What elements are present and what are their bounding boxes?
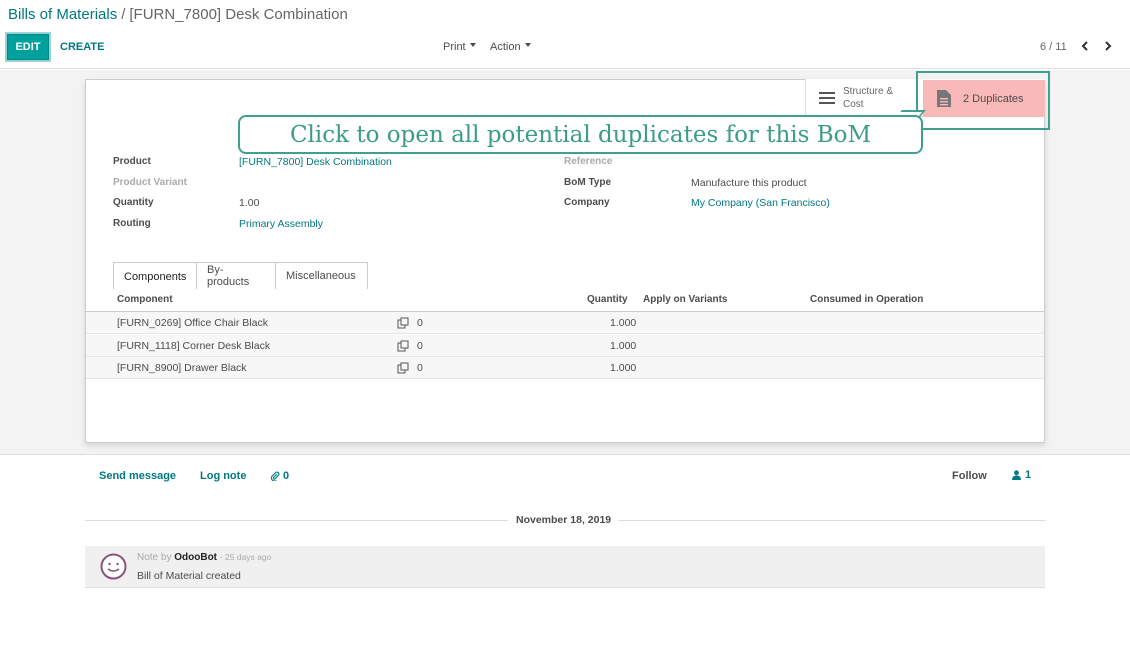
chevron-left-icon [1081,41,1088,51]
column-header-apply-on-variants[interactable]: Apply on Variants [643,294,727,305]
row-quantity: 1.000 [610,317,637,329]
breadcrumb-current: [FURN_7800] Desk Combination [129,6,348,23]
print-label: Print [443,41,466,53]
quantity-label: Quantity [113,197,154,208]
tab-components[interactable]: Components [113,262,197,290]
structure-cost-label: Structure & Cost [843,85,893,111]
structure-label-line1: Structure & [843,86,894,97]
date-separator: November 18, 2019 [508,514,620,526]
column-header-consumed-in-operation[interactable]: Consumed in Operation [810,294,923,305]
file-icon [937,90,951,107]
row-component: [FURN_0269] Office Chair Black [117,317,268,329]
routing-label: Routing [113,218,151,229]
product-label: Product [113,156,151,167]
row-count: 0 [417,317,423,329]
log-note-button[interactable]: Log note [200,470,246,482]
row-count: 0 [417,340,423,352]
action-dropdown[interactable]: Action [490,41,531,53]
breadcrumb-separator: / [121,6,126,23]
row-quantity: 1.000 [610,340,637,352]
message-header: Note by OdooBot - 25 days ago [137,552,271,563]
edit-button[interactable]: EDIT [7,34,49,60]
quantity-value: 1.00 [239,197,260,209]
copy-icon[interactable] [397,362,409,374]
user-icon [1012,470,1021,480]
message-body: Bill of Material created [137,570,241,582]
attachments-button[interactable]: 0 [270,470,289,482]
caret-down-icon [469,43,476,48]
pager-next-button[interactable] [1101,39,1115,53]
copy-icon[interactable] [397,340,409,352]
breadcrumb-bills-of-materials[interactable]: Bills of Materials [8,6,117,23]
product-value[interactable]: [FURN_7800] Desk Combination [239,156,392,168]
duplicates-button[interactable]: 2 Duplicates [923,80,1045,117]
duplicates-label: 2 Duplicates [963,92,1024,105]
send-message-button[interactable]: Send message [99,470,176,482]
company-label: Company [564,197,610,208]
control-panel: Bills of Materials / [FURN_7800] Desk Comb… [0,0,1130,69]
bars-icon [819,92,835,104]
bom-type-label: BoM Type [564,177,612,188]
caret-down-icon [524,43,531,48]
row-quantity: 1.000 [610,362,637,374]
message-timestamp: - 25 days ago [219,552,272,562]
chevron-right-icon [1105,41,1112,51]
column-header-quantity[interactable]: Quantity [587,294,628,305]
duplicates-tooltip: Click to open all potential duplicates f… [238,115,923,154]
copy-icon[interactable] [397,317,409,329]
column-header-component[interactable]: Component [117,294,173,305]
product-variant-label: Product Variant [113,177,187,188]
create-button[interactable]: CREATE [60,41,104,53]
structure-label-line2: Cost [843,99,864,110]
reference-label: Reference [564,156,613,167]
row-count: 0 [417,362,423,374]
followers-count: 1 [1025,469,1032,481]
followers-button[interactable]: 1 [1012,469,1031,481]
tab-by-products[interactable]: By-products [196,262,276,289]
follow-button[interactable]: Follow [952,470,987,482]
message-prefix: Note by [137,552,172,563]
attachments-count: 0 [283,470,290,482]
print-dropdown[interactable]: Print [443,41,476,53]
action-label: Action [490,41,521,53]
paperclip-icon [270,471,280,481]
routing-value[interactable]: Primary Assembly [239,218,323,230]
odoobot-avatar [100,553,127,580]
pager-previous-button[interactable] [1078,39,1092,53]
breadcrumb: Bills of Materials / [FURN_7800] Desk Comb… [8,6,348,23]
pager-value[interactable]: 6 / 11 [1040,41,1067,53]
message-author[interactable]: OdooBot [174,552,217,563]
company-value[interactable]: My Company (San Francisco) [691,197,830,209]
bom-type-value: Manufacture this product [691,177,807,189]
row-component: [FURN_1118] Corner Desk Black [117,340,271,352]
tab-miscellaneous[interactable]: Miscellaneous [275,262,368,289]
row-component: [FURN_8900] Drawer Black [117,362,247,374]
